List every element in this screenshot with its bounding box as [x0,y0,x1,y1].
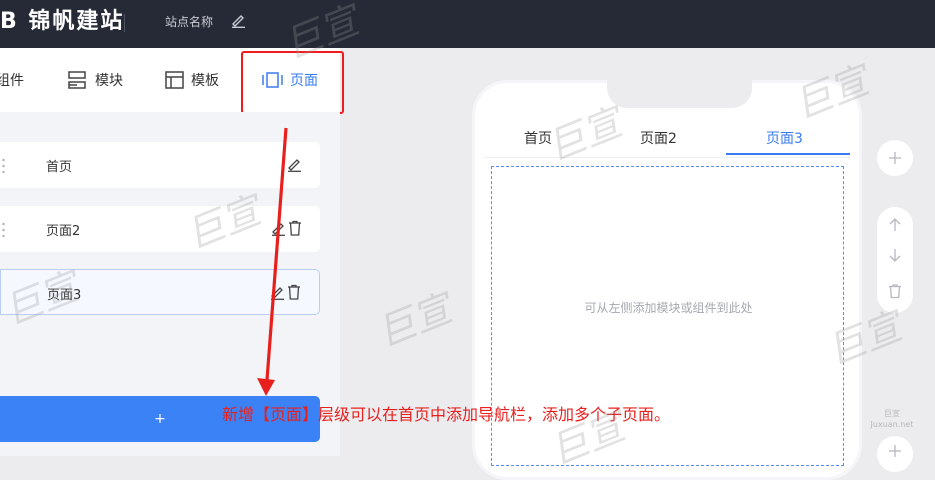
left-panel: 组件 模块 模板 页面 首页 页面2 页面3 + [0,48,344,456]
annotation-text: 新增【页面】层级可以在首页中添加导航栏，添加多个子页面。 [222,405,671,424]
tab-modules[interactable]: 模块 [68,70,123,90]
trash-icon[interactable] [887,283,903,299]
watermark: 巨宣 [370,286,458,356]
page-item-label: 页面2 [46,224,81,239]
page-item-page2[interactable]: 页面2 [0,206,320,252]
edit-icon[interactable] [269,284,285,300]
logo: B 锦帆建站 [0,9,125,34]
nav-divider [484,157,850,158]
preview-nav-tab-page2[interactable]: 页面2 [640,128,677,148]
tab-components[interactable]: 组件 [0,70,24,90]
page-item-page3[interactable]: 页面3 [0,269,320,315]
trash-icon[interactable] [288,220,302,236]
phone-notch [607,74,752,108]
module-tools [877,207,913,313]
page-item-label: 页面3 [47,288,82,303]
site-name: 站点名称 [165,15,214,29]
move-down-icon[interactable] [887,247,903,263]
edit-icon[interactable] [286,156,302,172]
drag-handle-icon[interactable] [2,221,5,237]
watermark-url: Juxuan.net [870,420,914,429]
header-divider [124,14,125,32]
panel-tabs: 组件 模块 模板 页面 [0,48,344,114]
page-item-actions [269,284,301,300]
page-item-label: 首页 [46,160,73,175]
drop-zone-hint: 可从左侧添加模块或组件到此处 [584,301,753,315]
template-icon [165,71,184,89]
move-up-icon[interactable] [887,217,903,233]
edit-icon[interactable] [270,220,286,236]
page-item-actions [286,156,302,172]
trash-icon[interactable] [287,284,301,300]
module-icon [68,71,86,89]
page-item-home[interactable]: 首页 [0,142,320,188]
page-item-actions [270,220,302,236]
top-bar: B 锦帆建站 站点名称 [0,0,935,48]
edit-site-name-icon[interactable] [230,12,246,28]
preview-nav-tab-page3[interactable]: 页面3 [766,128,803,148]
add-module-button[interactable] [877,140,913,176]
tab-templates[interactable]: 模板 [165,70,219,90]
tab-label: 模块 [95,73,123,89]
active-tab-indicator [726,153,850,155]
preview-nav-tab-home[interactable]: 首页 [524,128,552,148]
watermark-brand: 巨宣 [884,409,900,418]
add-module-bottom-button[interactable] [877,436,913,472]
drag-handle-icon[interactable] [2,157,5,173]
tab-label: 组件 [0,73,24,89]
tab-highlight-annotation [241,51,344,114]
plus-icon [889,152,901,164]
watermark-badge: 巨宣 Juxuan.net [864,408,920,430]
tab-label: 模板 [191,73,219,89]
